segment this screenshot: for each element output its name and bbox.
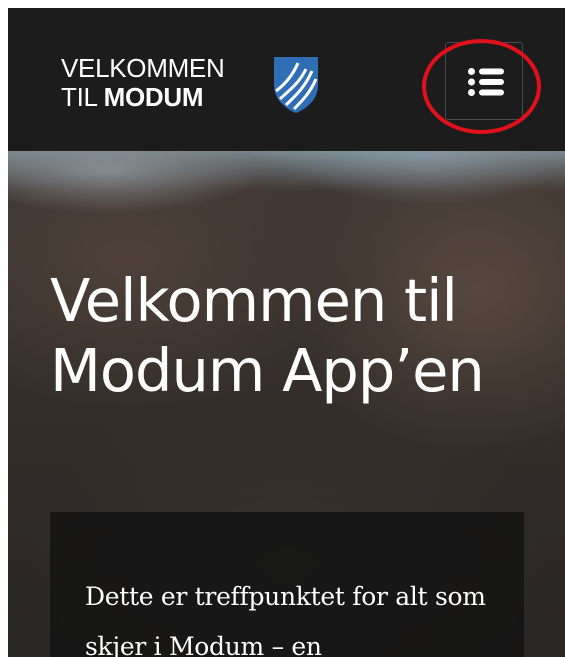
logo-line-2: TIL MODUM (61, 83, 224, 112)
menu-button[interactable] (445, 42, 523, 120)
modum-coat-of-arms-icon (274, 57, 318, 113)
site-logo[interactable]: VELKOMMEN TIL MODUM (61, 53, 225, 112)
page-title: Velkommen til Modum App’en (50, 266, 530, 406)
page-title-line-1: Velkommen til (50, 266, 458, 335)
list-menu-icon (468, 68, 504, 96)
logo-line-2-bold: MODUM (103, 82, 204, 112)
logo-line-2-prefix: TIL (61, 82, 104, 112)
app-frame: VELKOMMEN TIL MODUM Velkommen til Modum (8, 8, 565, 657)
logo-line-1: VELKOMMEN (61, 53, 225, 83)
intro-card: Dette er treffpunktet for alt som skjer … (50, 512, 524, 657)
hero-section: Velkommen til Modum App’en Dette er tref… (8, 151, 565, 657)
intro-text: Dette er treffpunktet for alt som skjer … (85, 582, 486, 657)
page-title-line-2: Modum App’en (50, 336, 485, 405)
site-header: VELKOMMEN TIL MODUM (8, 8, 565, 151)
